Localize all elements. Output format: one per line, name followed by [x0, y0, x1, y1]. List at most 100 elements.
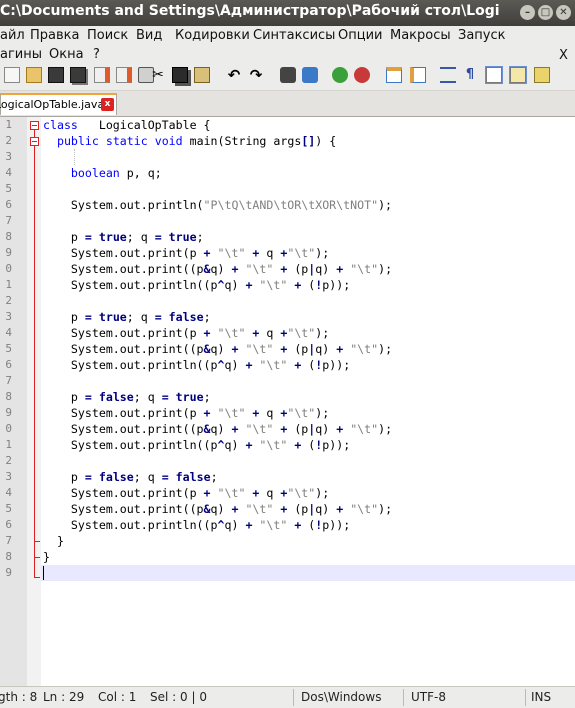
code-line[interactable]: class LogicalOpTable {: [43, 117, 211, 133]
menu-syntax[interactable]: Синтаксисы: [253, 28, 335, 43]
code-line[interactable]: p = false; q = true;: [43, 389, 211, 405]
status-bar: gth : 8 Ln : 29 Col : 1 Sel : 0 | 0 Dos\…: [0, 686, 575, 708]
new-file-icon[interactable]: [4, 67, 20, 83]
paste-icon[interactable]: [194, 67, 210, 83]
cut-icon[interactable]: ✂: [150, 67, 166, 83]
line-number: 7: [5, 214, 12, 227]
code-line[interactable]: System.out.print((p&q) + "\t" + (p|q) + …: [43, 261, 392, 277]
open-file-icon[interactable]: [26, 67, 42, 83]
code-line[interactable]: System.out.print(p + "\t" + q +"\t");: [43, 325, 329, 341]
code-line[interactable]: System.out.println((p^q) + "\t" + (!p));: [43, 517, 350, 533]
code-line[interactable]: System.out.println("P\tQ\tAND\tOR\tXOR\t…: [43, 197, 392, 213]
code-line[interactable]: System.out.println((p^q) + "\t" + (!p));: [43, 437, 350, 453]
code-token: =: [84, 470, 92, 484]
code-token: q): [315, 502, 337, 516]
code-token: +: [203, 486, 211, 500]
code-token: q): [224, 518, 246, 532]
tab-logicaloptable[interactable]: LogicalOpTable.java x: [0, 93, 117, 115]
code-line[interactable]: p = true; q = true;: [43, 229, 204, 245]
menu-windows[interactable]: Окна: [49, 47, 84, 62]
code-token: "\t": [245, 342, 274, 356]
wrap-icon[interactable]: [440, 67, 456, 83]
code-editor[interactable]: 1 class LogicalOpTable {2 public static v…: [0, 117, 575, 686]
menu-help[interactable]: ?: [93, 47, 100, 62]
code-token: );: [315, 246, 330, 260]
tab-close-icon[interactable]: x: [101, 98, 114, 111]
code-token: "\t": [217, 326, 246, 340]
find-icon[interactable]: [280, 67, 296, 83]
code-token: "\t": [287, 486, 316, 500]
line-number: 9: [5, 246, 12, 259]
menu-options[interactable]: Опции: [338, 28, 382, 43]
code-line[interactable]: System.out.print(p + "\t" + q +"\t");: [43, 245, 329, 261]
code-line[interactable]: p = false; q = false;: [43, 469, 218, 485]
sync-v-icon[interactable]: [386, 67, 402, 83]
code-token: "\t": [287, 406, 316, 420]
indent-guide-icon[interactable]: [485, 66, 503, 84]
code-line[interactable]: System.out.print((p&q) + "\t" + (p|q) + …: [43, 501, 392, 517]
toolbar: ✂ ↶ ↷ ¶: [0, 62, 575, 91]
indent-guide: [74, 149, 75, 165]
menu-file[interactable]: айл: [0, 28, 25, 43]
code-token: "P\tQ\tAND\tOR\tXOR\tNOT": [203, 198, 379, 212]
zoom-out-icon[interactable]: [354, 67, 370, 83]
close-all-icon[interactable]: [116, 67, 132, 83]
code-token: "\t": [350, 422, 379, 436]
code-line[interactable]: System.out.print((p&q) + "\t" + (p|q) + …: [43, 341, 392, 357]
redo-icon[interactable]: ↷: [248, 67, 264, 83]
line-number: 2: [5, 134, 12, 147]
close-icon[interactable]: [94, 67, 110, 83]
code-token: (: [301, 278, 316, 292]
menu-encoding[interactable]: Кодировки: [175, 28, 250, 43]
code-line[interactable]: System.out.print(p + "\t" + q +"\t");: [43, 485, 329, 501]
undo-icon[interactable]: ↶: [226, 67, 242, 83]
menu-macros[interactable]: Макросы: [390, 28, 451, 43]
code-token: ^: [217, 278, 225, 292]
minimize-button[interactable]: –: [520, 5, 535, 20]
save-icon[interactable]: [48, 67, 64, 83]
code-token: (: [301, 438, 316, 452]
function-list-icon[interactable]: [534, 67, 550, 83]
menu-search[interactable]: Поиск: [87, 28, 128, 43]
menu-plugins[interactable]: агины: [0, 47, 42, 62]
fold-toggle-main[interactable]: [30, 137, 39, 146]
code-token: System.out.print((p: [43, 422, 204, 436]
menu-edit[interactable]: Правка: [30, 28, 79, 43]
menu-view[interactable]: Вид: [136, 28, 162, 43]
code-token: ; q: [126, 230, 155, 244]
code-line[interactable]: p = true; q = false;: [43, 309, 211, 325]
status-selection: Sel : 0 | 0: [150, 690, 207, 704]
code-token: "\t": [287, 246, 316, 260]
code-token: "\t": [245, 502, 274, 516]
show-all-chars-icon[interactable]: ¶: [462, 67, 478, 83]
code-line[interactable]: public static void main(String args[]) {: [43, 133, 336, 149]
code-line[interactable]: System.out.print(p + "\t" + q +"\t");: [43, 405, 329, 421]
close-document-button[interactable]: X: [559, 48, 568, 63]
code-token: p));: [322, 518, 351, 532]
code-line[interactable]: System.out.print((p&q) + "\t" + (p|q) + …: [43, 421, 392, 437]
save-all-icon[interactable]: [70, 67, 86, 83]
close-window-button[interactable]: ✕: [556, 5, 571, 20]
code-token: ; q: [126, 310, 155, 324]
code-token: &: [203, 342, 211, 356]
fold-end-caret: [34, 577, 40, 578]
code-line[interactable]: System.out.println((p^q) + "\t" + (!p));: [43, 357, 350, 373]
code-token: System.out.print(p: [43, 486, 204, 500]
replace-icon[interactable]: [302, 67, 318, 83]
code-token: static: [105, 134, 148, 148]
line-number: 9: [5, 406, 12, 419]
zoom-in-icon[interactable]: [332, 67, 348, 83]
code-line[interactable]: boolean p, q;: [43, 165, 162, 181]
code-line[interactable]: }: [43, 549, 50, 565]
line-number: 7: [5, 374, 12, 387]
code-line[interactable]: }: [43, 533, 64, 549]
doc-map-icon[interactable]: [509, 66, 527, 84]
code-token: +: [203, 246, 211, 260]
code-line[interactable]: System.out.println((p^q) + "\t" + (!p));: [43, 277, 350, 293]
maximize-button[interactable]: □: [538, 5, 553, 20]
fold-toggle-class[interactable]: [30, 121, 39, 130]
sync-h-icon[interactable]: [410, 67, 426, 83]
copy-icon[interactable]: [172, 67, 188, 83]
code-token: true: [175, 390, 204, 404]
menu-run[interactable]: Запуск: [458, 28, 506, 43]
